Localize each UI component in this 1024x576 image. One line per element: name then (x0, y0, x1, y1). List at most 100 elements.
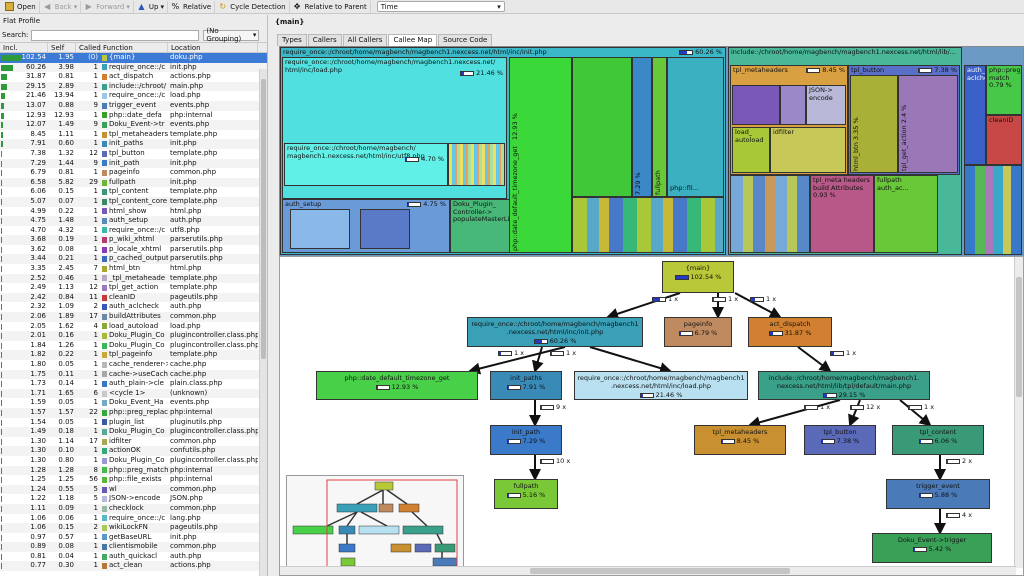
header-location[interactable]: Location (168, 43, 258, 52)
treemap-json[interactable]: JSON-> encode (806, 85, 846, 125)
node-doku-event[interactable]: Doku_Event->trigger 5.42 % (872, 533, 992, 563)
table-row[interactable]: 4.75 1.48 1 auth_setup auth.php (0, 216, 267, 226)
node-load[interactable]: require_once::/chroot/home/magbench/magb… (574, 371, 748, 400)
table-row[interactable]: 4.99 0.22 1 html_show html.php (0, 207, 267, 217)
call-graph-horizontal-scrollbar[interactable] (280, 566, 1016, 575)
table-row[interactable]: 1.30 1.14 17 idfilter common.php (0, 437, 267, 447)
relative-to-parent-toggle[interactable]: ✥ Relative to Parent (290, 0, 371, 13)
table-row[interactable]: 60.26 3.98 1 require_once::/c init.php (0, 62, 267, 73)
scrollbar-thumb[interactable] (530, 568, 790, 574)
treemap-tpl-get-action[interactable]: tpl_get_action 2.4 % (898, 75, 958, 173)
node-tpl-content[interactable]: tpl_content 6.06 % (892, 425, 984, 455)
table-row[interactable]: 7.91 0.60 1 init_paths init.php (0, 139, 267, 149)
table-row[interactable]: 2.06 1.89 17 buildAttributes common.php (0, 312, 267, 322)
table-row[interactable]: 3.62 0.08 1 p_locale_xhtml parserutils.php (0, 245, 267, 255)
node-init[interactable]: require_once::/chroot/home/magbench/magb… (467, 317, 643, 347)
header-incl[interactable]: Incl. (0, 43, 48, 52)
table-row[interactable]: 29.15 2.89 1 include::/chroot/main.php (0, 81, 267, 92)
table-row[interactable]: 6.58 5.82 29 fullpath init.php (0, 177, 267, 188)
table-row[interactable]: 1.22 1.18 5 JSON->encode JSON.php (0, 494, 267, 504)
table-row[interactable]: 0.89 0.08 1 clientismobile common.php (0, 542, 267, 552)
table-row[interactable]: 1.84 1.26 1 Doku_Plugin_Co plugincontroller.… (0, 341, 267, 351)
table-row[interactable]: 0.81 0.04 1 auth_quickacl auth.php (0, 552, 267, 562)
table-row[interactable]: 0.77 0.30 1 act_clean actions.php (0, 561, 267, 572)
cycle-detection-toggle[interactable]: ↻ Cycle Detection (215, 0, 290, 13)
relative-toggle[interactable]: % Relative (168, 0, 216, 13)
treemap-auth-aclcheck[interactable]: auth_ aclcheck (964, 65, 986, 165)
treemap-init-paths[interactable] (572, 57, 632, 197)
node-tpl-button[interactable]: tpl_button 7.38 % (804, 425, 876, 455)
table-row[interactable]: 5.07 0.07 1 tpl_content_core template.php (0, 196, 267, 207)
table-row[interactable]: 2.49 1.13 12 tpl_get_action template.php (0, 283, 267, 293)
up-button[interactable]: ▲ Up ▾ (134, 0, 168, 13)
tab-source-code[interactable]: Source Code (438, 34, 493, 46)
table-row[interactable]: 3.35 2.45 7 html_btn html.php (0, 264, 267, 274)
table-row[interactable]: 2.42 0.84 11 cleanID pageutils.php (0, 292, 267, 303)
table-row[interactable]: 1.80 0.05 1 cache_renderer-> cache.php (0, 360, 267, 370)
treemap-init-path[interactable]: 7.29 % (632, 57, 652, 197)
table-row[interactable]: 1.24 0.55 5 wl common.php (0, 484, 267, 495)
treemap-idfilter[interactable]: idfilter (770, 127, 846, 173)
node-init-path[interactable]: init_path 7.29 % (490, 425, 562, 455)
table-row[interactable]: 13.07 0.88 9 trigger_event events.php (0, 100, 267, 111)
table-row[interactable]: 1.06 0.15 2 wikiLockFN pageutils.php (0, 523, 267, 533)
table-row[interactable]: 1.30 0.10 1 actionOK confutils.php (0, 446, 267, 456)
treemap-load-autoload[interactable]: load_ autoload (732, 127, 770, 173)
node-trigger-event[interactable]: trigger_event 5.88 % (886, 479, 990, 509)
table-row[interactable]: 102.54 1.95 (0) {main} doku.php (0, 53, 267, 63)
treemap-utf8[interactable]: require_once::/chroot/home/magbench/ mag… (284, 143, 448, 186)
tab-types[interactable]: Types (277, 34, 307, 46)
table-row[interactable]: 0.97 0.57 1 getBaseURL init.php (0, 533, 267, 543)
node-act-dispatch[interactable]: act_dispatch 31.87 % (748, 317, 832, 347)
call-graph-overview[interactable] (286, 475, 464, 571)
callee-map[interactable]: require_once::/chroot/home/magbench/magb… (279, 46, 1024, 260)
treemap-preg-match[interactable]: php::preg_ match 0.79 % (986, 65, 1022, 115)
table-row[interactable]: 31.87 0.81 1 act_dispatch actions.php (0, 72, 267, 82)
back-button[interactable]: ◀ Back ▾ (40, 0, 82, 13)
node-include[interactable]: include::/chroot/home/magbench/magbench1… (758, 371, 930, 400)
table-row[interactable]: 6.06 0.15 1 tpl_content template.php (0, 187, 267, 197)
treemap-clean-id[interactable]: cleanID (986, 115, 1022, 165)
table-row[interactable]: 1.71 1.65 6 <cycle 1> (unknown) (0, 388, 267, 399)
treemap-tpl-meta[interactable]: tpl_meta headers build Attributes 0.93 % (810, 175, 874, 253)
tab-all-callers[interactable]: All Callers (342, 34, 388, 46)
table-row[interactable]: 1.28 1.28 8 php::preg_match php:internal (0, 465, 267, 476)
tab-callee-map[interactable]: Callee Map (388, 34, 438, 46)
grouping-select[interactable]: (No Grouping) ▾ (203, 27, 260, 43)
node-date-tz[interactable]: php::date_default_timezone_get 12.93 % (316, 371, 478, 400)
table-row[interactable]: 1.57 1.57 22 php::preg_replace php:internal (0, 407, 267, 418)
treemap-html-btn[interactable]: html_btn 3.35 % (850, 75, 898, 173)
call-graph[interactable]: {main} 102.54 % require_once::/chroot/ho… (279, 256, 1024, 576)
node-main[interactable]: {main} 102.54 % (662, 261, 734, 293)
treemap-populate[interactable]: Doku_Plugin_ Controller-> populateMaster… (450, 199, 510, 253)
treemap-fullpath[interactable]: fullpath (652, 57, 667, 197)
table-row[interactable]: 1.25 1.25 56 php::file_exists php:internal (0, 475, 267, 485)
table-row[interactable]: 1.82 0.22 1 tpl_pageinfo template.php (0, 350, 267, 360)
table-row[interactable]: 2.01 0.16 1 Doku_Plugin_Co plugincontroller.… (0, 331, 267, 341)
table-row[interactable]: 1.06 0.06 1 require_once::/c lang.php (0, 514, 267, 524)
table-row[interactable]: 7.29 1.44 9 init_path init.php (0, 158, 267, 169)
cost-type-select[interactable]: Time ▾ (376, 1, 505, 12)
table-row[interactable]: 1.73 0.14 1 auth_plain->cle plain.class.php (0, 379, 267, 389)
table-row[interactable]: 1.30 0.80 1 Doku_Plugin_Co plugincontroller.… (0, 456, 267, 466)
header-function[interactable]: Function (100, 43, 168, 52)
table-row[interactable]: 2.52 0.46 1 _tpl_metaheade template.php (0, 273, 267, 284)
table-row[interactable]: 12.07 1.49 9 Doku_Event->tr events.php (0, 120, 267, 130)
table-row[interactable]: 21.46 13.94 1 require_once::/c load.php (0, 91, 267, 101)
search-input[interactable] (31, 29, 200, 41)
treemap-fullpath-2[interactable]: fullpath auth_ac... (874, 175, 938, 253)
table-row[interactable]: 2.32 1.09 2 auth_aclcheck auth.php (0, 302, 267, 312)
treemap-php-fil[interactable]: php::fil... (667, 57, 724, 197)
table-row[interactable]: 2.05 1.62 4 load_autoload load.php (0, 322, 267, 332)
node-fullpath[interactable]: fullpath 5.16 % (494, 479, 558, 509)
table-row[interactable]: 8.45 1.11 1 tpl_metaheaders template.php (0, 130, 267, 140)
table-row[interactable]: 12.93 12.93 1 php::date_defa php:internal (0, 111, 267, 121)
node-init-paths[interactable]: init_paths 7.91 % (490, 371, 562, 400)
table-row[interactable]: 1.75 0.11 1 cache->useCache cache.php (0, 369, 267, 380)
call-graph-vertical-scrollbar[interactable] (1014, 257, 1023, 568)
header-self[interactable]: Self (48, 43, 76, 52)
table-row[interactable]: 1.54 0.05 1 plugin_list pluginutils.php (0, 418, 267, 428)
node-pageinfo[interactable]: pageinfo 6.79 % (664, 317, 732, 347)
flat-profile-scrollbar[interactable] (259, 69, 267, 576)
table-row[interactable]: 4.70 4.32 1 require_once::/c utf8.php (0, 226, 267, 236)
